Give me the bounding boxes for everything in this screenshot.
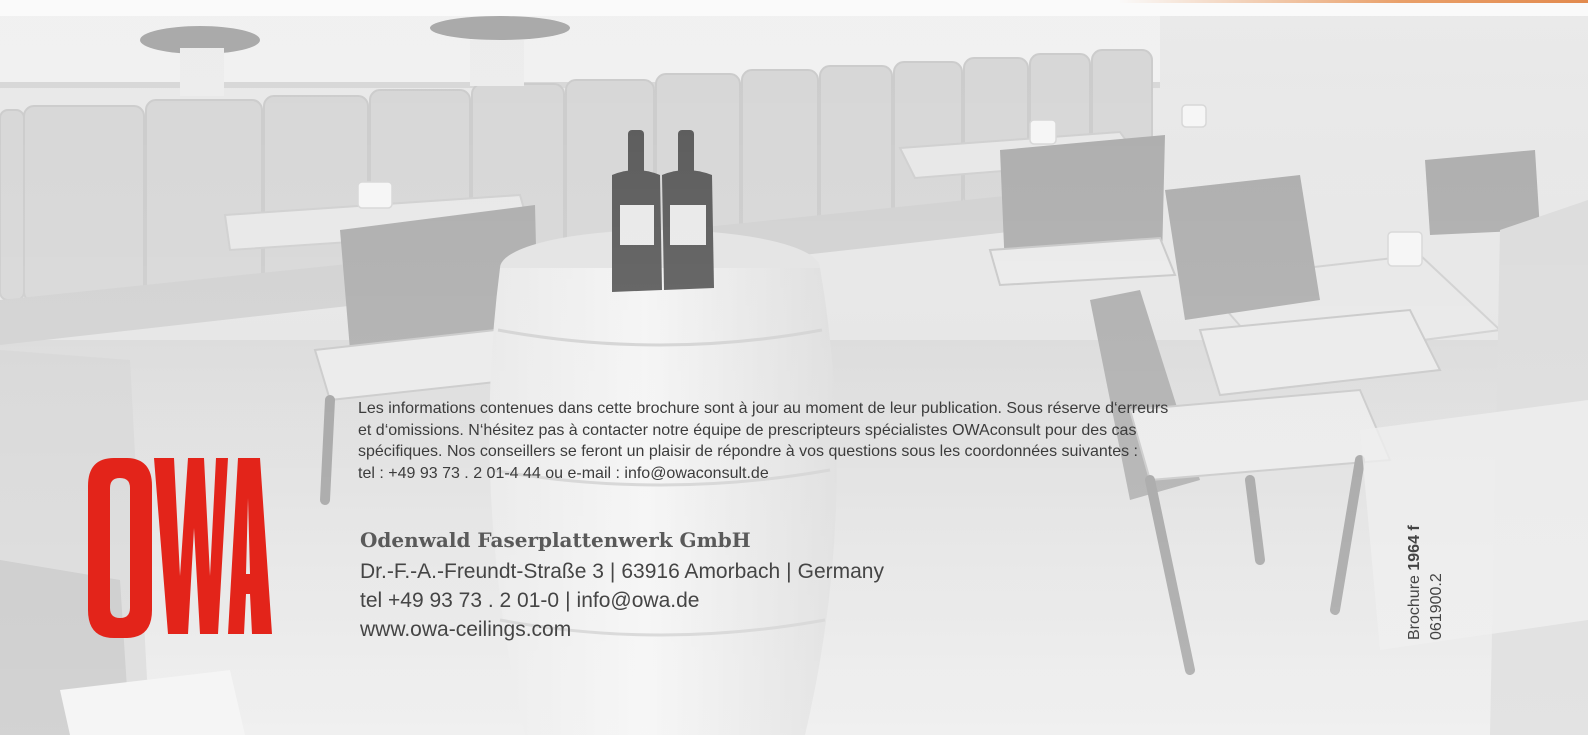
company-name: Odenwald Faserplattenwerk GmbH <box>360 528 751 552</box>
country: Germany <box>797 560 884 583</box>
street: Dr.-F.-A.-Freundt-Straße 3 <box>360 560 604 583</box>
owa-logo <box>88 458 272 638</box>
brochure-label-line: Brochure 1964 f <box>1404 500 1426 640</box>
contact-row: tel +49 93 73 . 2 01-0 | info@owa.de <box>360 586 884 615</box>
disclaimer-line: spécifiques. Nos conseillers se feront u… <box>358 443 1138 460</box>
brochure-back-cover: Les informations contenues dans cette br… <box>0 0 1588 735</box>
city: 63916 Amorbach <box>621 560 781 583</box>
disclaimer-text: Les informations contenues dans cette br… <box>358 398 1318 484</box>
disclaimer-line: et d‘omissions. N‘hésitez pas à contacte… <box>358 421 1137 439</box>
top-strip <box>0 0 1588 16</box>
brochure-number: 1964 f <box>1406 525 1423 571</box>
accent-bar <box>1118 0 1588 3</box>
address-row: Dr.-F.-A.-Freundt-Straße 3 | 63916 Amorbac… <box>360 557 884 586</box>
website-link[interactable]: www.owa-ceilings.com <box>360 618 571 641</box>
email-link[interactable]: info@owa.de <box>577 589 700 612</box>
brochure-reference: Brochure 1964 f 061900.2 <box>1404 500 1452 640</box>
company-info: Odenwald Faserplattenwerk GmbH Dr.-F.-A.… <box>360 528 884 644</box>
separator: | <box>609 560 616 583</box>
disclaimer-line: Les informations contenues dans cette br… <box>358 400 1169 417</box>
brochure-label: Brochure <box>1406 575 1423 640</box>
phone: tel +49 93 73 . 2 01-0 <box>360 589 560 612</box>
disclaimer-contact-line: tel : +49 93 73 . 2 01-4 44 ou e-mail : … <box>358 464 769 482</box>
separator: | <box>786 560 792 583</box>
website-row: www.owa-ceilings.com <box>360 615 884 644</box>
separator: | <box>565 589 571 612</box>
brochure-code: 061900.2 <box>1428 573 1445 640</box>
